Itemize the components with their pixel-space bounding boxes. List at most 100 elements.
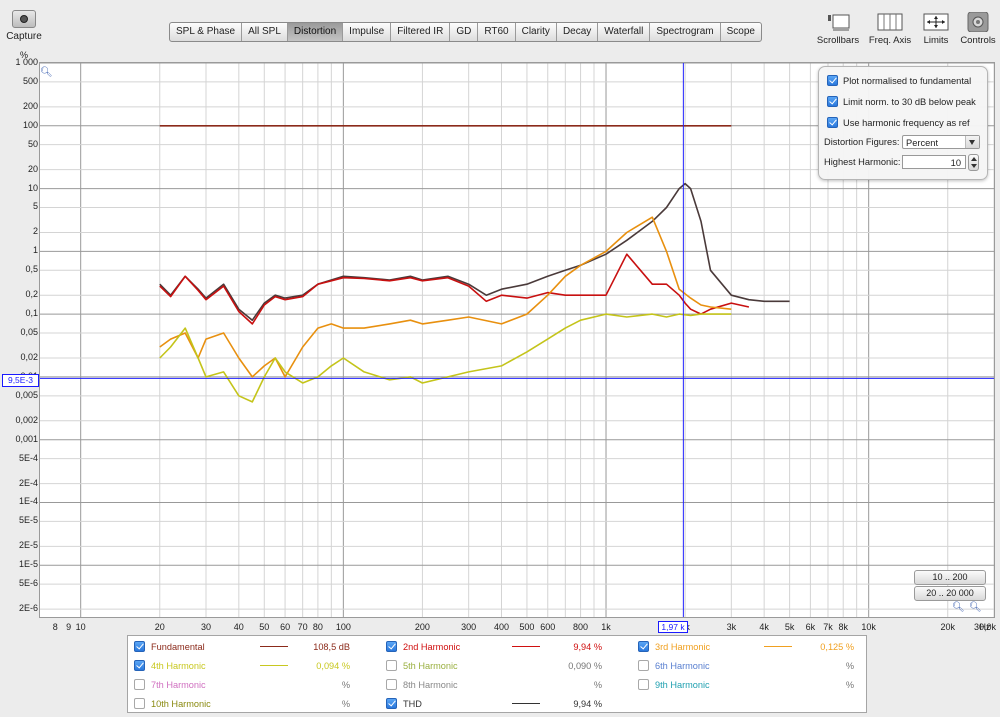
x-tick-label: 40 [233, 622, 244, 632]
highest-harmonic-stepper[interactable] [968, 154, 979, 171]
y-tick-label: 0,2 [25, 289, 38, 300]
legend-item[interactable]: 4th Harmonic 0,094 % [134, 656, 369, 675]
distortion-figures-select[interactable]: Percent [902, 135, 980, 149]
plot-normalised-checkbox[interactable]: Plot normalised to fundamental [827, 75, 971, 86]
checkbox-unchecked[interactable] [638, 679, 649, 690]
limit-norm-label: Limit norm. to 30 dB below peak [843, 96, 976, 107]
legend-value: 0,090 % [568, 660, 602, 671]
checkbox-checked[interactable] [827, 96, 838, 107]
tab-filtered-ir[interactable]: Filtered IR [391, 23, 451, 41]
x-tick-label: 400 [493, 622, 509, 632]
x-tick-label: 4k [759, 622, 769, 632]
y-tick-label: 0,02 [20, 352, 38, 363]
cursor-y-readout: 9,5E-3 [2, 374, 39, 387]
tab-gd[interactable]: GD [450, 23, 479, 41]
y-tick-label: 5E-4 [18, 452, 38, 463]
legend-swatch [260, 665, 288, 666]
tab-rt60[interactable]: RT60 [478, 23, 516, 41]
legend-value: 0,125 % [820, 641, 854, 652]
legend-value: % [341, 679, 350, 690]
capture-label: Capture [6, 31, 42, 42]
legend-swatch [512, 646, 540, 647]
y-tick-label: 1 [32, 245, 38, 256]
checkbox-unchecked[interactable] [638, 660, 649, 671]
tab-waterfall[interactable]: Waterfall [598, 23, 651, 41]
tab-all-spl[interactable]: All SPL [242, 23, 288, 41]
legend-item[interactable]: 2nd Harmonic 9,94 % [386, 637, 621, 656]
legend-name: 5th Harmonic [403, 660, 458, 671]
legend-value: 9,94 % [573, 698, 602, 709]
y-tick-label: 0,002 [15, 414, 38, 425]
legend-item[interactable]: 3rd Harmonic 0,125 % [638, 637, 873, 656]
zoom-in-icon[interactable]: 🔍︎ [40, 67, 53, 78]
legend-item[interactable]: 9th Harmonic% [638, 675, 873, 694]
x-tick-label: 7k [823, 622, 833, 632]
legend-name: 8th Harmonic [403, 679, 458, 690]
x-tick-label: 70 [297, 622, 308, 632]
tab-distortion[interactable]: Distortion [287, 23, 344, 41]
legend-name: THD [403, 698, 422, 709]
series-line-2nd-harmonic [159, 253, 750, 325]
freq-axis-button[interactable]: Freq. Axis [866, 12, 914, 46]
y-tick-label: 50 [27, 138, 38, 149]
x-tick-label: 8k [838, 622, 848, 632]
scrollbars-button[interactable]: Scrollbars [813, 12, 863, 46]
range-20-20000-button[interactable]: 20 .. 20 000 [914, 586, 986, 601]
limit-norm-checkbox[interactable]: Limit norm. to 30 dB below peak [827, 96, 976, 107]
y-tick-label: 200 [22, 100, 38, 111]
x-tick-label: 200 [414, 622, 430, 632]
series-line-3rd-harmonic [159, 216, 732, 378]
legend-item[interactable]: 10th Harmonic% [134, 694, 369, 713]
checkbox-checked[interactable] [827, 117, 838, 128]
legend-item[interactable]: THD 9,94 % [386, 694, 621, 713]
checkbox-checked[interactable] [386, 698, 397, 709]
legend-value: % [593, 679, 602, 690]
x-tick-label: 50 [259, 622, 270, 632]
y-tick-label: 1 000 [15, 57, 38, 67]
checkbox-checked[interactable] [638, 641, 649, 652]
scrollbars-icon [813, 12, 863, 32]
y-tick-label: 5E-6 [18, 578, 38, 589]
highest-harmonic-field[interactable]: 10 [902, 155, 966, 169]
range-10-200-button[interactable]: 10 .. 200 [914, 570, 986, 585]
legend-name: 4th Harmonic [151, 660, 206, 671]
legend-value: 108,5 dB [313, 641, 350, 652]
checkbox-checked[interactable] [827, 75, 838, 86]
checkbox-unchecked[interactable] [386, 660, 397, 671]
x-tick-label: 9 [66, 622, 72, 632]
zoom-out-icon[interactable]: 🔍︎ [952, 602, 965, 613]
gear-icon [958, 11, 998, 33]
x-tick-label: 5k [784, 622, 795, 632]
tab-impulse[interactable]: Impulse [343, 23, 392, 41]
checkbox-unchecked[interactable] [386, 679, 397, 690]
legend-item[interactable]: 7th Harmonic% [134, 675, 369, 694]
checkbox-unchecked[interactable] [134, 679, 145, 690]
y-tick-label: 2 [32, 226, 38, 237]
checkbox-checked[interactable] [134, 641, 145, 652]
checkbox-unchecked[interactable] [134, 698, 145, 709]
legend-item[interactable]: 5th Harmonic 0,090 % [386, 656, 621, 675]
tab-spl-phase[interactable]: SPL & Phase [170, 23, 243, 41]
legend-item[interactable]: Fundamental 108,5 dB [134, 637, 369, 656]
use-harmonic-freq-checkbox[interactable]: Use harmonic frequency as ref [827, 117, 970, 128]
x-tick-label: 800 [573, 622, 589, 632]
legend-item[interactable]: 6th Harmonic% [638, 656, 873, 675]
x-tick-label: 10k [861, 622, 876, 632]
checkbox-checked[interactable] [134, 660, 145, 671]
capture-button[interactable]: Capture [4, 10, 44, 42]
legend-item[interactable]: 8th Harmonic% [386, 675, 621, 694]
checkbox-checked[interactable] [386, 641, 397, 652]
legend-name: 10th Harmonic [151, 698, 211, 709]
y-tick-label: 500 [22, 75, 38, 86]
tab-spectrogram[interactable]: Spectrogram [650, 23, 721, 41]
legend-name: 9th Harmonic [655, 679, 710, 690]
limits-icon [918, 12, 954, 32]
legend-name: Fundamental [151, 641, 205, 652]
limits-button[interactable]: Limits [918, 12, 954, 46]
controls-button[interactable]: Controls [958, 11, 998, 46]
zoom-fit-icon[interactable]: 🔍︎ [969, 602, 982, 613]
tab-scope[interactable]: Scope [721, 23, 761, 41]
tab-decay[interactable]: Decay [557, 23, 599, 41]
tab-clarity[interactable]: Clarity [516, 23, 557, 41]
freq-axis-label: Freq. Axis [868, 35, 912, 46]
